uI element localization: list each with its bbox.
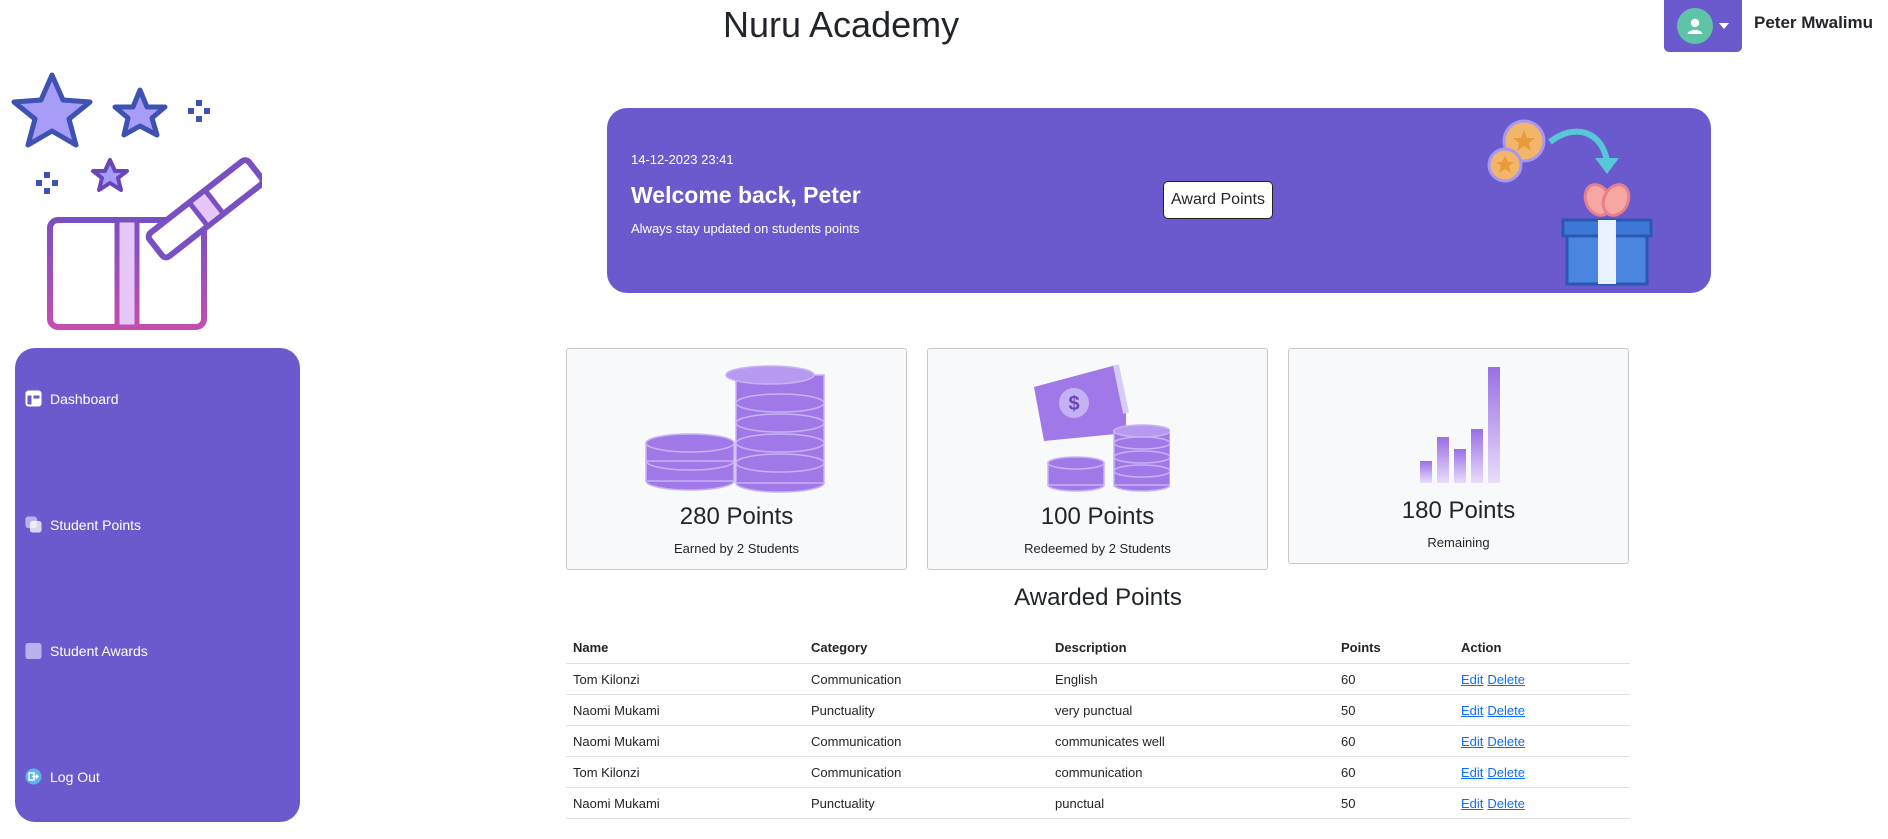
coins-to-gift-icon — [1485, 112, 1665, 292]
welcome-banner: 14-12-2023 23:41 Welcome back, Peter Alw… — [607, 108, 1711, 293]
money-coins-icon: $ — [1034, 364, 1170, 492]
awarded-points-table: Name Category Description Points Action … — [566, 632, 1630, 819]
stat-value: 180 Points — [1401, 497, 1516, 524]
table-row: Tom Kilonzi Communication communication … — [566, 756, 1630, 788]
banner-welcome: Welcome back, Peter — [631, 182, 861, 208]
cell-name: Naomi Mukami — [566, 694, 804, 726]
awarded-points-title: Awarded Points — [1014, 584, 1182, 611]
dashboard-icon — [25, 390, 42, 407]
cell-action: Edit Delete — [1454, 694, 1630, 726]
square-icon — [25, 642, 42, 659]
column-header-category: Category — [804, 632, 1048, 664]
stat-caption: Remaining — [1427, 535, 1490, 550]
sidebar-item-log-out[interactable]: Log Out — [25, 768, 100, 785]
sidebar-item-label: Student Awards — [50, 642, 148, 659]
delete-link[interactable]: Delete — [1487, 765, 1525, 780]
delete-link[interactable]: Delete — [1487, 672, 1525, 687]
column-header-description: Description — [1048, 632, 1334, 664]
cell-action: Edit Delete — [1454, 787, 1630, 819]
table-row: Naomi Mukami Communication communicates … — [566, 725, 1630, 757]
logout-icon — [25, 768, 42, 785]
cell-action: Edit Delete — [1454, 663, 1630, 695]
delete-link[interactable]: Delete — [1487, 734, 1525, 749]
table-row: Tom Kilonzi Communication English 60 Edi… — [566, 663, 1630, 695]
banner-subtitle: Always stay updated on students points — [631, 221, 860, 236]
gift-logo — [0, 70, 266, 332]
cell-name: Naomi Mukami — [566, 787, 804, 819]
svg-text:$: $ — [1068, 393, 1079, 415]
edit-link[interactable]: Edit — [1461, 672, 1483, 687]
coin-stack-icon — [645, 365, 825, 493]
stat-caption: Earned by 2 Students — [673, 541, 800, 556]
layers-icon — [25, 516, 42, 533]
sidebar-item-label: Log Out — [50, 768, 100, 785]
sidebar-item-student-awards[interactable]: Student Awards — [25, 642, 148, 659]
cell-action: Edit Delete — [1454, 756, 1630, 788]
cell-description: English — [1048, 663, 1334, 695]
user-name: Peter Mwalimu — [1754, 13, 1874, 32]
stat-card-remaining: 180 Points Remaining — [1288, 348, 1629, 564]
edit-link[interactable]: Edit — [1461, 734, 1483, 749]
column-header-action: Action — [1454, 632, 1630, 664]
user-menu-button[interactable] — [1664, 0, 1742, 52]
cell-points: 50 — [1334, 787, 1454, 819]
sidebar-item-label: Dashboard — [50, 390, 119, 407]
cell-category: Communication — [804, 756, 1048, 788]
cell-action: Edit Delete — [1454, 725, 1630, 757]
cell-category: Punctuality — [804, 787, 1048, 819]
cell-name: Naomi Mukami — [566, 725, 804, 757]
stat-caption: Redeemed by 2 Students — [1024, 541, 1171, 556]
award-points-button[interactable]: Award Points — [1163, 181, 1273, 219]
sidebar-item-dashboard[interactable]: Dashboard — [25, 390, 119, 407]
app-title: Nuru Academy — [723, 4, 960, 45]
table-header-row: Name Category Description Points Action — [566, 632, 1630, 664]
bar-growth-icon — [1420, 367, 1500, 483]
stat-value: 280 Points — [679, 503, 794, 530]
banner-datetime: 14-12-2023 23:41 — [631, 152, 734, 167]
chevron-down-icon — [1719, 23, 1729, 29]
sidebar: Dashboard Student Points Student Awards … — [15, 348, 300, 822]
stat-card-redeemed: $ 100 Points Redeemed by 2 Students — [927, 348, 1268, 570]
cell-description: punctual — [1048, 787, 1334, 819]
cell-category: Communication — [804, 725, 1048, 757]
table-row: Naomi Mukami Punctuality very punctual 5… — [566, 694, 1630, 726]
cell-description: very punctual — [1048, 694, 1334, 726]
edit-link[interactable]: Edit — [1461, 796, 1483, 811]
cell-category: Communication — [804, 663, 1048, 695]
sidebar-item-student-points[interactable]: Student Points — [25, 516, 141, 533]
cell-description: communication — [1048, 756, 1334, 788]
cell-points: 50 — [1334, 694, 1454, 726]
column-header-name: Name — [566, 632, 804, 664]
stat-value: 100 Points — [1040, 503, 1155, 530]
column-header-points: Points — [1334, 632, 1454, 664]
sidebar-item-label: Student Points — [50, 516, 142, 533]
cell-points: 60 — [1334, 663, 1454, 695]
cell-category: Punctuality — [804, 694, 1048, 726]
cell-name: Tom Kilonzi — [566, 756, 804, 788]
cell-points: 60 — [1334, 725, 1454, 757]
delete-link[interactable]: Delete — [1487, 796, 1525, 811]
user-avatar-icon — [1677, 8, 1713, 44]
cell-points: 60 — [1334, 756, 1454, 788]
edit-link[interactable]: Edit — [1461, 703, 1483, 718]
cell-name: Tom Kilonzi — [566, 663, 804, 695]
edit-link[interactable]: Edit — [1461, 765, 1483, 780]
delete-link[interactable]: Delete — [1487, 703, 1525, 718]
stat-card-earned: 280 Points Earned by 2 Students — [566, 348, 907, 570]
cell-description: communicates well — [1048, 725, 1334, 757]
table-row: Naomi Mukami Punctuality punctual 50 Edi… — [566, 787, 1630, 819]
